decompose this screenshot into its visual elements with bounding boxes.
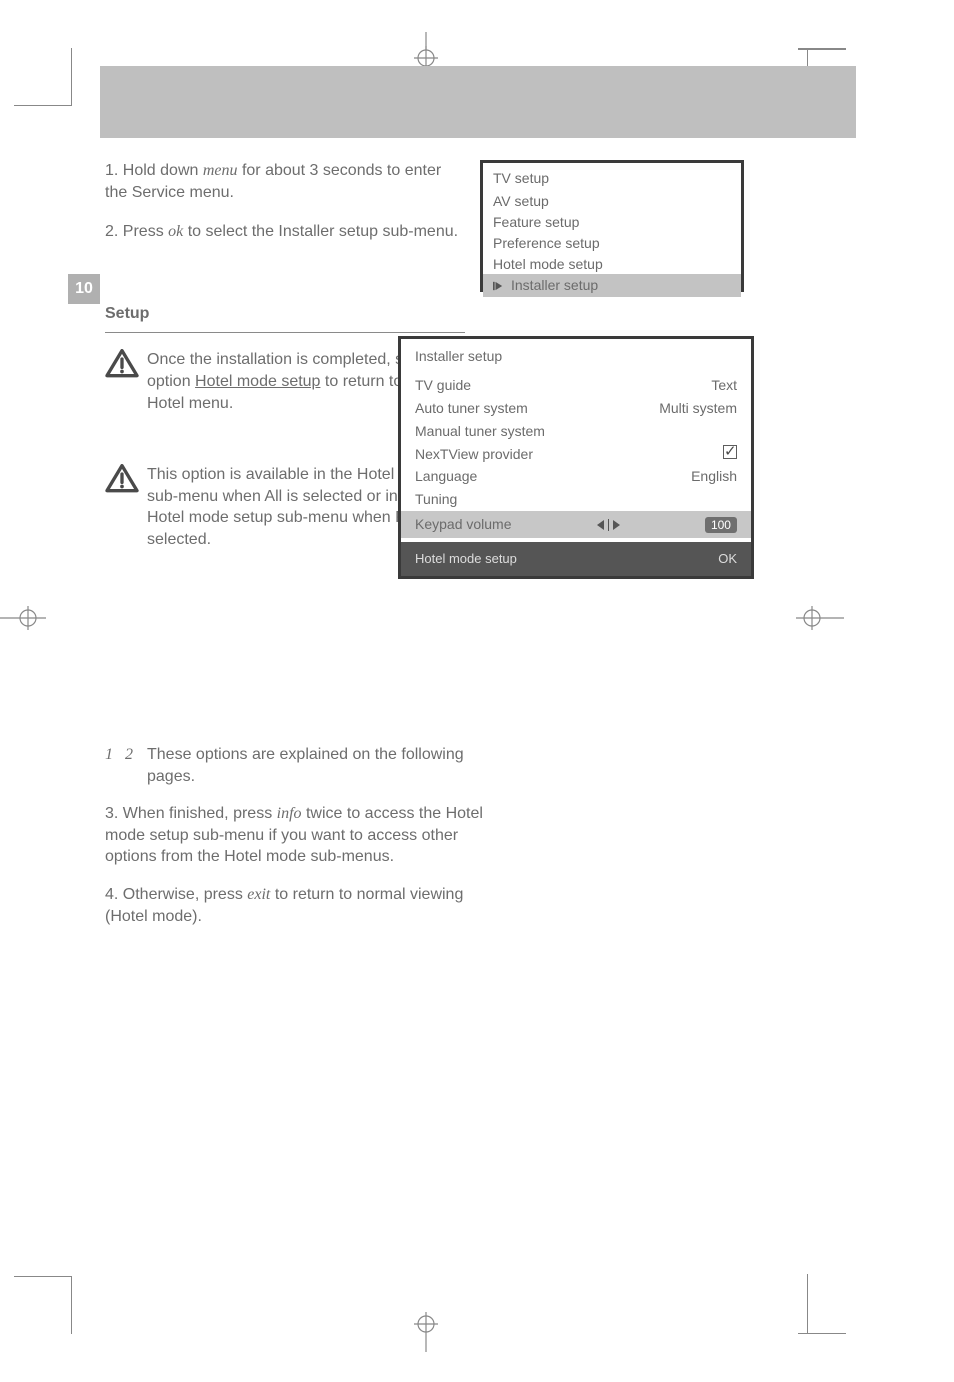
- row-label: Tuning: [415, 490, 457, 509]
- text: 2. Press: [105, 223, 168, 240]
- arrows-lr-icon: [597, 519, 620, 531]
- registration-mark-bottom: [396, 1312, 456, 1352]
- osd-title: Installer setup: [415, 347, 737, 366]
- row-value-badge: 100: [705, 517, 737, 533]
- osd-item: Feature setup: [493, 212, 731, 233]
- step-ref: 2: [125, 744, 133, 766]
- warning-icon: [105, 349, 147, 386]
- text: 3. When finished, press: [105, 805, 277, 822]
- osd-item: AV setup: [493, 191, 731, 212]
- crop-mark-top-left: [14, 48, 72, 106]
- row-label: Manual tuner system: [415, 422, 545, 441]
- step-3: 3. When finished, press info twice to ac…: [105, 803, 505, 868]
- crop-line-tr-h: [798, 48, 846, 50]
- text-underlined: Hotel mode setup: [195, 373, 320, 390]
- osd-item: Hotel mode setup: [493, 254, 731, 275]
- footer-right: OK: [718, 550, 737, 568]
- osd-installer-setup: Installer setup TV guide Text Auto tuner …: [398, 336, 754, 579]
- osd-row-selected: Keypad volume 100: [401, 511, 751, 538]
- key-ok: ok: [168, 223, 183, 240]
- osd-row: TV guide Text: [415, 374, 737, 397]
- row-value: Text: [711, 376, 737, 395]
- lower-text-column: 1 2 These options are explained on the f…: [105, 744, 505, 943]
- key-exit: exit: [247, 886, 270, 903]
- crop-line-br-h: [798, 1333, 846, 1335]
- crop-line-br-v: [807, 1274, 809, 1334]
- steps-ref-line: 1 2 These options are explained on the f…: [105, 744, 505, 787]
- registration-mark-left: [0, 600, 60, 636]
- text: to select the Installer setup sub-menu.: [183, 223, 458, 240]
- crop-mark-bottom-left: [14, 1276, 72, 1334]
- registration-mark-right: [784, 600, 844, 636]
- row-label: Auto tuner system: [415, 399, 528, 418]
- osd-row: Auto tuner system Multi system: [415, 397, 737, 420]
- step-2: 2. Press ok to select the Installer setu…: [105, 221, 465, 243]
- osd-row: Language English: [415, 465, 737, 488]
- registration-mark-top: [396, 32, 456, 68]
- osd-item-label: Installer setup: [511, 276, 598, 295]
- step-1: 1. Hold down menu for about 3 seconds to…: [105, 160, 465, 203]
- setup-heading: Setup: [105, 303, 465, 325]
- row-label: Keypad volume: [415, 515, 512, 534]
- footer-left: Hotel mode setup: [415, 550, 517, 568]
- osd-row: Manual tuner system: [415, 420, 737, 443]
- osd-tv-setup: TV setup AV setup Feature setup Preferen…: [480, 160, 744, 292]
- divider: [105, 332, 465, 333]
- text: 4. Otherwise, press: [105, 886, 247, 903]
- row-label: TV guide: [415, 376, 471, 395]
- arrow-skip-icon: [493, 281, 503, 291]
- step-4: 4. Otherwise, press exit to return to no…: [105, 884, 505, 927]
- row-value: Multi system: [659, 399, 737, 418]
- osd-item-highlighted: Installer setup: [483, 274, 741, 297]
- osd-footer: Hotel mode setup OK: [401, 542, 751, 576]
- row-label: Language: [415, 467, 477, 486]
- key-menu: menu: [203, 162, 238, 179]
- step-ref: 1: [105, 744, 113, 766]
- row-value: English: [691, 467, 737, 486]
- text: These options are explained on the follo…: [147, 744, 505, 787]
- checkbox-icon: [723, 445, 737, 459]
- header-band: [100, 66, 856, 138]
- page-number: 10: [68, 274, 100, 304]
- osd-row: NexTView provider: [415, 443, 737, 466]
- osd-title: TV setup: [483, 163, 741, 191]
- text: 1. Hold down: [105, 162, 203, 179]
- osd-row: Tuning: [415, 488, 737, 511]
- warning-icon: [105, 464, 147, 501]
- osd-item: Preference setup: [493, 233, 731, 254]
- row-label: NexTView provider: [415, 445, 533, 464]
- key-info: info: [277, 805, 302, 822]
